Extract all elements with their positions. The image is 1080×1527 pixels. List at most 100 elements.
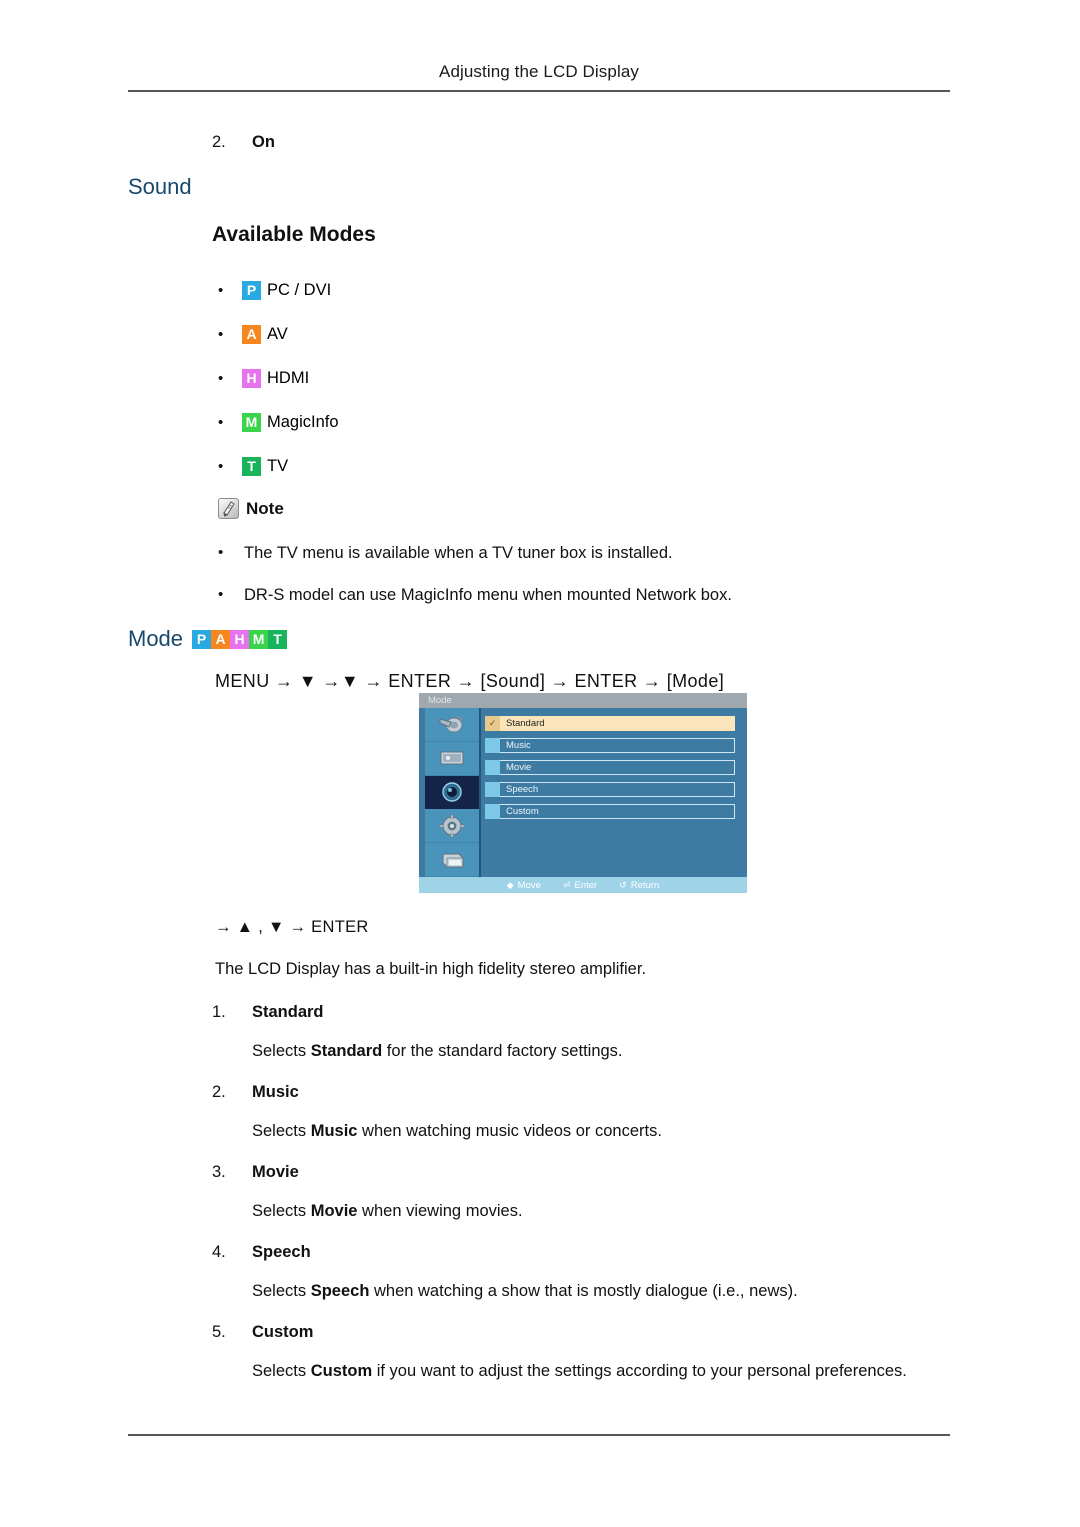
mode-chip-magicinfo: M bbox=[249, 629, 269, 649]
explanation-number: 5. bbox=[212, 1323, 226, 1341]
osd-menu-item-speech[interactable]: Speech bbox=[485, 782, 735, 797]
section-heading-mode: Mode P A H M T bbox=[128, 626, 288, 652]
osd-item-bar: Standard bbox=[500, 716, 735, 731]
mode-chip-hdmi: H bbox=[230, 629, 250, 649]
explanation-heading-movie: 3. Movie bbox=[212, 1163, 972, 1182]
list-item: • M MagicInfo bbox=[212, 400, 672, 444]
explanation-body-pre: Selects bbox=[252, 1122, 311, 1140]
explanation-body-post: when watching a show that is mostly dial… bbox=[369, 1282, 798, 1300]
explanation-title: Speech bbox=[252, 1243, 311, 1261]
subsection-heading-available-modes: Available Modes bbox=[212, 223, 376, 246]
mode-explanation-list: 1. Standard Selects Standard for the sta… bbox=[212, 1003, 972, 1403]
osd-menu-item-standard[interactable]: ✓ Standard bbox=[485, 716, 735, 731]
bullet-glyph: • bbox=[218, 586, 224, 603]
note-header: Note bbox=[218, 498, 284, 519]
lead-paragraph: The LCD Display has a built-in high fide… bbox=[215, 960, 647, 978]
mode-label: AV bbox=[267, 324, 288, 343]
explanation-body-music: Selects Music when watching music videos… bbox=[212, 1122, 972, 1141]
osd-footer-move-label: Move bbox=[517, 879, 541, 891]
mode-label: HDMI bbox=[267, 368, 310, 387]
mode-chip-pc: P bbox=[192, 629, 212, 649]
mode-chip-tv: T bbox=[242, 456, 261, 476]
osd-sidebar bbox=[425, 708, 481, 877]
osd-item-bar: Music bbox=[500, 738, 735, 753]
osd-sidebar-item-sound[interactable] bbox=[425, 775, 479, 810]
mode-chip-hdmi: H bbox=[242, 368, 261, 388]
explanation-number: 4. bbox=[212, 1243, 226, 1261]
bullet-glyph: • bbox=[218, 325, 224, 343]
osd-sidebar-item-picture[interactable] bbox=[425, 708, 479, 742]
osd-body: ✓ Standard Music Movie Speech Custom bbox=[419, 708, 747, 877]
setup-gear-icon bbox=[439, 814, 465, 838]
explanation-heading-standard: 1. Standard bbox=[212, 1003, 972, 1022]
osd-footer-enter-label: Enter bbox=[574, 879, 598, 891]
explanation-body-standard: Selects Standard for the standard factor… bbox=[212, 1042, 972, 1061]
enter-key-icon: ⏎ bbox=[562, 879, 571, 890]
bullet-glyph: • bbox=[218, 544, 224, 561]
osd-item-label: Custom bbox=[506, 805, 539, 817]
osd-item-label: Standard bbox=[506, 717, 545, 729]
available-modes-list: • P PC / DVI • A AV • H HDMI • M MagicIn… bbox=[212, 268, 672, 488]
mode-chip-row: P A H M T bbox=[192, 629, 288, 649]
explanation-body-term: Standard bbox=[310, 1042, 383, 1060]
explanation-heading-speech: 4. Speech bbox=[212, 1243, 972, 1262]
bullet-glyph: • bbox=[218, 281, 224, 299]
explanation-heading-music: 2. Music bbox=[212, 1083, 972, 1102]
osd-footer-move: ◆ Move bbox=[507, 880, 541, 891]
sound-speaker-icon bbox=[442, 782, 462, 802]
osd-item-label: Movie bbox=[506, 761, 532, 773]
explanation-title: Movie bbox=[252, 1163, 299, 1181]
explanation-body-pre: Selects bbox=[252, 1282, 311, 1300]
osd-item-swatch bbox=[485, 760, 500, 775]
explanation-number: 2. bbox=[212, 1083, 226, 1101]
explanation-number: 3. bbox=[212, 1163, 226, 1181]
menu-navigation-path-2: → ▲ , ▼ → ENTER bbox=[215, 918, 369, 936]
explanation-number: 1. bbox=[212, 1003, 226, 1021]
page-header-title: Adjusting the LCD Display bbox=[439, 62, 639, 81]
bullet-glyph: • bbox=[218, 457, 224, 475]
multi-control-icon bbox=[442, 853, 464, 868]
list-item: • A AV bbox=[212, 312, 672, 356]
osd-item-bar: Movie bbox=[500, 760, 735, 775]
osd-screenshot: Mode ✓ Standard Music Movie Speech Custo… bbox=[419, 693, 747, 893]
footer-divider bbox=[128, 1434, 950, 1436]
mode-chip-av: A bbox=[242, 324, 261, 344]
osd-footer-return-label: Return bbox=[630, 879, 660, 891]
osd-title-bar: Mode bbox=[419, 693, 747, 708]
list-item: • T TV bbox=[212, 444, 672, 488]
explanation-body-term: Speech bbox=[310, 1282, 370, 1300]
explanation-body-custom: Selects Custom if you want to adjust the… bbox=[212, 1362, 972, 1381]
osd-footer-return: ↺ Return bbox=[619, 880, 659, 891]
mode-chip-tv: T bbox=[268, 629, 288, 649]
osd-sidebar-item-setup[interactable] bbox=[425, 809, 479, 844]
list-item-label: On bbox=[252, 133, 275, 151]
list-item-number: 2. bbox=[212, 133, 226, 151]
osd-item-bar: Custom bbox=[500, 804, 735, 819]
note-bullet-text: The TV menu is available when a TV tuner… bbox=[244, 544, 673, 562]
mode-label: MagicInfo bbox=[267, 412, 339, 431]
osd-menu-item-movie[interactable]: Movie bbox=[485, 760, 735, 775]
mode-chip-av: A bbox=[211, 629, 231, 649]
osd-footer-enter: ⏎ Enter bbox=[563, 880, 597, 891]
explanation-title: Music bbox=[252, 1083, 299, 1101]
explanation-body-movie: Selects Movie when viewing movies. bbox=[212, 1202, 972, 1221]
note-bullet-item: • The TV menu is available when a TV tun… bbox=[212, 543, 932, 563]
osd-item-swatch bbox=[485, 738, 500, 753]
explanation-body-post: for the standard factory settings. bbox=[382, 1042, 623, 1060]
explanation-body-post: when watching music videos or concerts. bbox=[357, 1122, 662, 1140]
osd-sidebar-item-screen[interactable] bbox=[425, 742, 479, 776]
section-heading-sound: Sound bbox=[128, 174, 192, 199]
osd-footer-bar: ◆ Move ⏎ Enter ↺ Return bbox=[419, 877, 747, 893]
osd-menu-item-custom[interactable]: Custom bbox=[485, 804, 735, 819]
mode-label: TV bbox=[267, 456, 289, 475]
osd-menu-item-music[interactable]: Music bbox=[485, 738, 735, 753]
explanation-body-pre: Selects bbox=[252, 1202, 311, 1220]
section-heading-mode-label: Mode bbox=[128, 626, 184, 651]
note-bullet-item: • DR-S model can use MagicInfo menu when… bbox=[212, 585, 932, 605]
osd-sidebar-item-multi-control[interactable] bbox=[425, 843, 479, 877]
explanation-title: Custom bbox=[252, 1323, 314, 1341]
explanation-body-term: Movie bbox=[310, 1202, 358, 1220]
note-bullet-list: • The TV menu is available when a TV tun… bbox=[212, 543, 932, 627]
header-divider bbox=[128, 90, 950, 92]
mode-label: PC / DVI bbox=[267, 280, 332, 299]
